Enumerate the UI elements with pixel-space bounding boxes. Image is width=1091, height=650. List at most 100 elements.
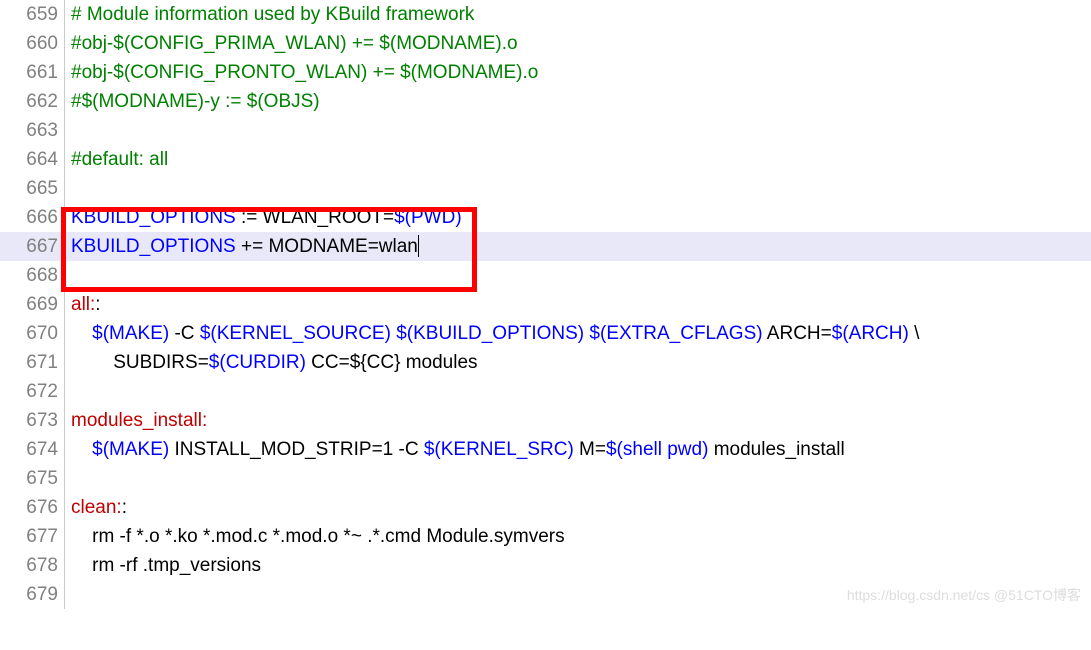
code-content[interactable] [71, 174, 1091, 203]
line-number: 662 [0, 87, 65, 116]
code-token: $(EXTRA_CFLAGS) [589, 323, 762, 344]
code-token: += MODNAME=wlan [236, 236, 418, 257]
code-token: $(KERNEL_SOURCE) [200, 323, 391, 344]
code-content[interactable]: #obj-$(CONFIG_PRIMA_WLAN) += $(MODNAME).… [71, 29, 1091, 58]
code-line[interactable]: 662 #$(MODNAME)-y := $(OBJS) [0, 87, 1091, 116]
code-line[interactable]: 664 #default: all [0, 145, 1091, 174]
code-token: #obj-$(CONFIG_PRONTO_WLAN) += $(MODNAME)… [71, 62, 538, 83]
code-token: KBUILD_OPTIONS [71, 236, 236, 257]
line-number: 665 [0, 174, 65, 203]
code-content[interactable] [71, 580, 1091, 609]
code-line[interactable]: 679 [0, 580, 1091, 609]
code-token: \ [909, 323, 920, 344]
line-number: 669 [0, 290, 65, 319]
code-line[interactable]: 675 [0, 464, 1091, 493]
line-number: 678 [0, 551, 65, 580]
code-token: $(MAKE) [92, 439, 169, 460]
code-token: $(KBUILD_OPTIONS) [396, 323, 584, 344]
code-token [71, 323, 92, 344]
code-line[interactable]: 665 [0, 174, 1091, 203]
line-number: 673 [0, 406, 65, 435]
code-token: $(ARCH) [832, 323, 909, 344]
code-line[interactable]: 668 [0, 261, 1091, 290]
code-content[interactable]: $(MAKE) INSTALL_MOD_STRIP=1 -C $(KERNEL_… [71, 435, 1091, 464]
code-line[interactable]: 676clean:: [0, 493, 1091, 522]
code-token: #obj-$(CONFIG_PRIMA_WLAN) += $(MODNAME).… [71, 33, 518, 54]
code-token: clean: [71, 497, 122, 518]
code-content[interactable]: KBUILD_OPTIONS += MODNAME=wlan [71, 232, 1091, 261]
line-number: 679 [0, 580, 65, 609]
code-content[interactable]: $(MAKE) -C $(KERNEL_SOURCE) $(KBUILD_OPT… [71, 319, 1091, 348]
code-content[interactable] [71, 377, 1091, 406]
code-content[interactable]: all:: [71, 290, 1091, 319]
code-token: := WLAN_ROOT= [236, 207, 394, 228]
line-number: 671 [0, 348, 65, 377]
code-line[interactable]: 672 [0, 377, 1091, 406]
code-token: : [122, 497, 127, 518]
line-number: 660 [0, 29, 65, 58]
code-token: modules_install [708, 439, 844, 460]
code-token: CC=${CC} modules [306, 352, 478, 373]
code-token: #$(MODNAME)-y := $(OBJS) [71, 91, 320, 112]
code-token: $(PWD) [394, 207, 462, 228]
code-line[interactable]: 659 # Module information used by KBuild f… [0, 0, 1091, 29]
code-line[interactable]: 666KBUILD_OPTIONS := WLAN_ROOT=$(PWD) [0, 203, 1091, 232]
line-number: 677 [0, 522, 65, 551]
code-content[interactable]: # Module information used by KBuild fram… [71, 0, 1091, 29]
code-content[interactable] [71, 116, 1091, 145]
code-content[interactable] [71, 261, 1091, 290]
code-content[interactable]: clean:: [71, 493, 1091, 522]
code-content[interactable]: #obj-$(CONFIG_PRONTO_WLAN) += $(MODNAME)… [71, 58, 1091, 87]
code-content[interactable]: modules_install: [71, 406, 1091, 435]
code-token: KBUILD_OPTIONS [71, 207, 236, 228]
line-number: 663 [0, 116, 65, 145]
code-token: : [95, 294, 100, 315]
code-content[interactable]: SUBDIRS=$(CURDIR) CC=${CC} modules [71, 348, 1091, 377]
code-token: INSTALL_MOD_STRIP=1 -C [169, 439, 424, 460]
code-token: rm -f *.o *.ko *.mod.c *.mod.o *~ .*.cmd… [71, 526, 565, 547]
code-line[interactable]: 670 $(MAKE) -C $(KERNEL_SOURCE) $(KBUILD… [0, 319, 1091, 348]
code-token: M= [574, 439, 606, 460]
code-token: $(shell pwd) [606, 439, 708, 460]
code-line[interactable]: 673 modules_install: [0, 406, 1091, 435]
line-number: 670 [0, 319, 65, 348]
code-token: $(CURDIR) [209, 352, 306, 373]
code-line[interactable]: 661 #obj-$(CONFIG_PRONTO_WLAN) += $(MODNA… [0, 58, 1091, 87]
code-content[interactable]: KBUILD_OPTIONS := WLAN_ROOT=$(PWD) [71, 203, 1091, 232]
code-token: #default: all [71, 149, 168, 170]
text-cursor [418, 235, 419, 257]
line-number: 674 [0, 435, 65, 464]
line-number: 676 [0, 493, 65, 522]
code-token: rm -rf .tmp_versions [71, 555, 261, 576]
line-number: 675 [0, 464, 65, 493]
code-token: all: [71, 294, 95, 315]
code-line[interactable]: 663 [0, 116, 1091, 145]
line-number: 672 [0, 377, 65, 406]
code-line[interactable]: 667KBUILD_OPTIONS += MODNAME=wlan [0, 232, 1091, 261]
line-number: 661 [0, 58, 65, 87]
code-content[interactable]: rm -rf .tmp_versions [71, 551, 1091, 580]
line-number: 659 [0, 0, 65, 29]
code-line[interactable]: 677 rm -f *.o *.ko *.mod.c *.mod.o *~ .*… [0, 522, 1091, 551]
code-line[interactable]: 671 SUBDIRS=$(CURDIR) CC=${CC} modules [0, 348, 1091, 377]
code-line[interactable]: 678 rm -rf .tmp_versions [0, 551, 1091, 580]
code-line[interactable]: 669all:: [0, 290, 1091, 319]
code-token: # Module information used by KBuild fram… [71, 4, 474, 25]
code-token [71, 439, 92, 460]
code-content[interactable]: rm -f *.o *.ko *.mod.c *.mod.o *~ .*.cmd… [71, 522, 1091, 551]
code-content[interactable]: #$(MODNAME)-y := $(OBJS) [71, 87, 1091, 116]
code-token: $(MAKE) [92, 323, 169, 344]
code-line[interactable]: 674 $(MAKE) INSTALL_MOD_STRIP=1 -C $(KER… [0, 435, 1091, 464]
line-number: 667 [0, 232, 65, 261]
code-editor[interactable]: 659 # Module information used by KBuild f… [0, 0, 1091, 609]
line-number: 664 [0, 145, 65, 174]
code-token: SUBDIRS= [71, 352, 209, 373]
line-number: 666 [0, 203, 65, 232]
line-number: 668 [0, 261, 65, 290]
code-line[interactable]: 660 #obj-$(CONFIG_PRIMA_WLAN) += $(MODNAM… [0, 29, 1091, 58]
code-content[interactable]: #default: all [71, 145, 1091, 174]
code-token: $(KERNEL_SRC) [424, 439, 574, 460]
code-token: ARCH= [763, 323, 832, 344]
code-content[interactable] [71, 464, 1091, 493]
code-token: modules_install: [71, 410, 207, 431]
